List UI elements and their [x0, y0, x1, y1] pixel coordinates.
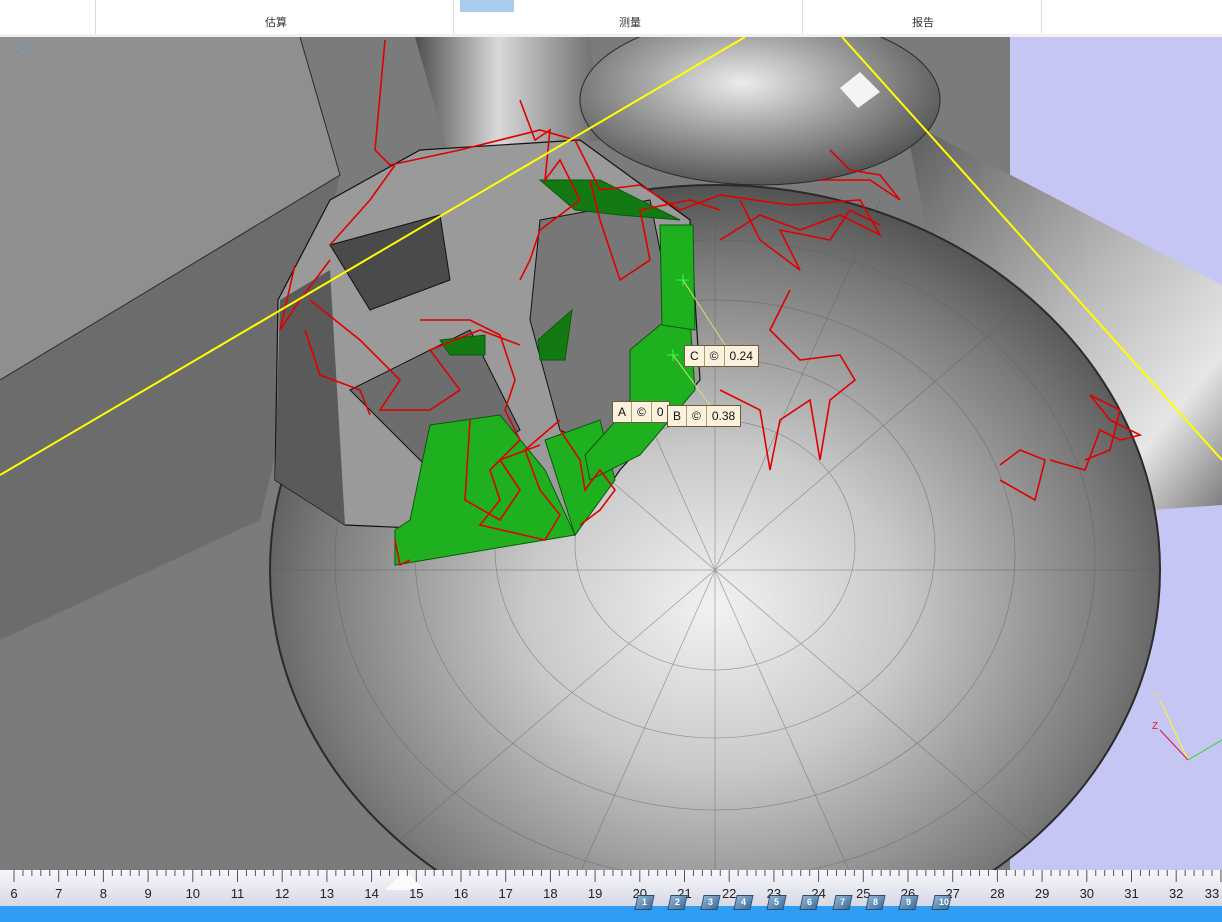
view-button-label: 4: [741, 897, 747, 907]
ruler-label: 15: [409, 886, 424, 901]
view-button-2[interactable]: 2: [666, 893, 688, 913]
ruler-label: 9: [144, 886, 152, 901]
view-button-3[interactable]: 3: [699, 893, 721, 913]
ruler-label: 6: [10, 886, 18, 901]
callout-c-value: 0.24: [729, 349, 753, 363]
toolbar-separator: [95, 0, 96, 34]
callout-c[interactable]: C © 0.24: [684, 345, 759, 367]
ruler-label: 28: [990, 886, 1005, 901]
timeline-ruler[interactable]: 6 7 8 9 10 11 12 13 14 15 16 17 18 19 20 21 22 23 24 25 26 27…: [0, 870, 1222, 906]
callout-b-icon: ©: [687, 406, 707, 426]
callout-a-letter: A: [613, 402, 633, 422]
view-button-4[interactable]: 4: [732, 893, 754, 913]
view-button-label: 7: [840, 897, 846, 907]
ruler-label: 16: [453, 886, 469, 901]
tab-estimate[interactable]: 估算: [265, 14, 287, 30]
callout-b-value: 0.38: [711, 409, 736, 423]
toolbar-separator: [802, 0, 803, 34]
active-tab-indicator: [460, 0, 514, 12]
view-button-label: 8: [873, 897, 879, 907]
callout-c-letter: C: [685, 346, 705, 366]
ruler-label: 31: [1124, 886, 1139, 901]
ruler-label: 8: [99, 886, 108, 901]
callout-a-icon: ©: [632, 402, 652, 422]
toolbar-separator: [1041, 0, 1042, 34]
ruler-label: 11: [230, 886, 245, 901]
callout-c-icon: ©: [705, 346, 725, 366]
tab-report[interactable]: 报告: [912, 14, 934, 30]
view-button-5[interactable]: 5: [765, 893, 787, 913]
ruler-label: 30: [1079, 886, 1095, 901]
view-button-10[interactable]: 10: [930, 893, 952, 913]
ruler-label: 13: [319, 886, 335, 901]
axis-y-label: Y: [1153, 691, 1160, 702]
view-button-1[interactable]: 1: [633, 893, 655, 913]
view-button-label: 2: [675, 897, 681, 907]
view-button-8[interactable]: 8: [864, 893, 886, 913]
view-button-9[interactable]: 9: [897, 893, 919, 913]
ruler-label: 7: [55, 886, 63, 901]
view-button-label: 5: [774, 897, 780, 907]
ruler-label: 29: [1034, 886, 1050, 901]
view-button-label: 3: [708, 897, 714, 907]
top-toolbar: 估算 测量 报告: [0, 0, 1222, 35]
tab-measure[interactable]: 测量: [619, 14, 641, 30]
callout-b[interactable]: B © 0.38: [667, 405, 742, 427]
view-button-label: 10: [939, 897, 950, 907]
ruler-label: 10: [185, 886, 201, 901]
callout-a[interactable]: A © 0: [612, 401, 670, 423]
ruler-label: 14: [364, 886, 379, 901]
view-button-6[interactable]: 6: [798, 893, 820, 913]
view-button-label: 9: [906, 897, 912, 907]
3d-viewport[interactable]: C © 0.24 A © 0 B © 0.38 Y Z: [0, 37, 1222, 870]
view-button-7[interactable]: 7: [831, 893, 853, 913]
ruler-label: 17: [498, 886, 513, 901]
view-button-label: 1: [642, 897, 648, 907]
ruler-label: 18: [543, 886, 558, 901]
scene-svg: [0, 37, 1222, 870]
ruler-label: 32: [1168, 886, 1184, 901]
status-bar: [0, 906, 1222, 922]
toolbar-separator: [453, 0, 454, 34]
callout-b-letter: B: [668, 406, 688, 426]
ruler-label: 33: [1204, 886, 1220, 901]
ruler-label: 19: [587, 886, 603, 901]
view-button-label: 6: [807, 897, 813, 907]
axis-z-label: Z: [1152, 721, 1159, 732]
ruler-label: 12: [274, 886, 290, 901]
